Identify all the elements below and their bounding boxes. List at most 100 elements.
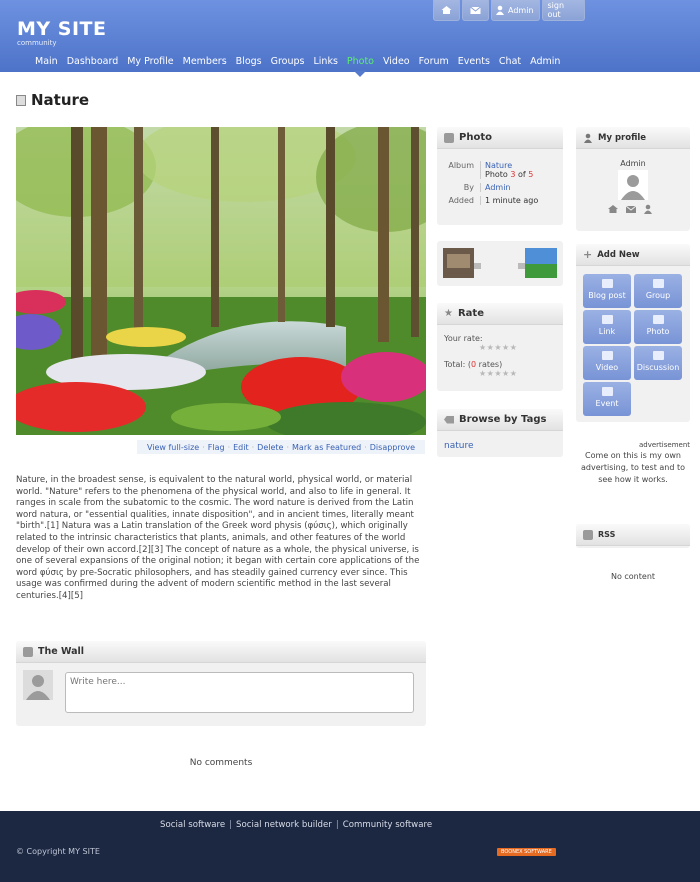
added-value: 1 minute ago	[480, 196, 538, 205]
next-photo-thumb[interactable]	[518, 248, 557, 278]
photo-description: Nature, in the broadest sense, is equiva…	[16, 475, 420, 601]
site-header: MY SITE community Admin sign out Main Da…	[0, 0, 700, 77]
tag-nature[interactable]: nature	[444, 441, 474, 451]
by-label: By	[463, 183, 474, 192]
page-title: Nature	[31, 91, 90, 109]
link-icon	[601, 315, 613, 324]
nature-photo-image	[16, 127, 426, 435]
photo-icon	[652, 315, 664, 324]
footer-link-social-network-builder[interactable]: Social network builder	[236, 820, 332, 830]
user-icon	[496, 5, 504, 15]
profile-name[interactable]: Admin	[576, 159, 690, 168]
advertisement-text[interactable]: Come on this is my own advertising, to t…	[576, 450, 690, 486]
photo-info-title: Photo	[459, 132, 492, 143]
add-blog-post-button[interactable]: Blog post	[583, 274, 631, 308]
added-label: Added	[448, 196, 475, 205]
tags-title: Browse by Tags	[459, 414, 547, 425]
active-nav-indicator	[354, 71, 367, 77]
add-photo-button[interactable]: Photo	[634, 310, 682, 344]
main-photo[interactable]	[16, 127, 426, 435]
boonex-badge[interactable]: BOONEX SOFTWARE	[497, 848, 556, 856]
nav-admin[interactable]: Admin	[530, 56, 560, 67]
photo-actions-bar: View full-size · Flag · Edit · Delete · Mark…	[137, 440, 425, 454]
disapprove-link[interactable]: Disapprove	[370, 443, 415, 452]
nav-members[interactable]: Members	[183, 56, 227, 67]
advertisement-block: advertisement Come on this is my own adv…	[576, 441, 690, 486]
nav-forum[interactable]: Forum	[419, 56, 449, 67]
photo-page-icon	[16, 94, 26, 106]
nav-photo-label: Photo	[346, 56, 374, 67]
discussion-icon	[652, 351, 664, 360]
delete-link[interactable]: Delete	[257, 443, 283, 452]
add-link-button[interactable]: Link	[583, 310, 631, 344]
user-icon	[584, 133, 592, 143]
home-icon	[441, 6, 452, 14]
footer-link-social-software[interactable]: Social software	[160, 820, 225, 830]
album-label: Album	[448, 161, 474, 170]
nav-photo[interactable]: Photo	[346, 56, 374, 77]
author-link[interactable]: Admin	[480, 183, 511, 192]
wall-post-input[interactable]	[65, 672, 414, 713]
nav-my-profile[interactable]: My Profile	[127, 56, 173, 67]
profile-header: My profile	[576, 127, 690, 149]
of-word: of	[518, 170, 526, 179]
nav-links[interactable]: Links	[313, 56, 337, 67]
add-photo-label: Photo	[646, 327, 670, 336]
edit-link[interactable]: Edit	[233, 443, 249, 452]
home-button[interactable]	[433, 0, 460, 21]
tag-icon	[444, 415, 454, 424]
user-icon[interactable]	[643, 204, 653, 214]
nav-chat[interactable]: Chat	[499, 56, 521, 67]
add-video-label: Video	[595, 363, 619, 372]
rss-panel: RSS	[576, 524, 690, 548]
avatar	[23, 670, 53, 700]
add-link-label: Link	[598, 327, 616, 336]
mail-button[interactable]	[462, 0, 489, 21]
photo-total: 5	[528, 170, 534, 179]
signout-button[interactable]: sign out	[541, 0, 585, 21]
add-event-label: Event	[595, 399, 619, 408]
photo-info-panel: Photo Album Nature Photo 3 of 5 By Admin…	[437, 127, 563, 225]
add-video-button[interactable]: Video	[583, 346, 631, 380]
site-subtitle: community	[17, 39, 57, 47]
comment-icon	[23, 646, 33, 657]
add-event-button[interactable]: Event	[583, 382, 631, 416]
nav-events[interactable]: Events	[458, 56, 490, 67]
video-icon	[601, 351, 613, 360]
group-icon	[652, 279, 664, 288]
site-footer: Social software | Social network builder |…	[0, 811, 700, 882]
add-new-panel: + Add New Blog post Group Link Photo Vid…	[576, 244, 690, 422]
plus-icon: +	[583, 248, 593, 261]
site-logo-title[interactable]: MY SITE	[17, 18, 106, 40]
rate-header: ★ Rate	[437, 303, 563, 325]
nav-main[interactable]: Main	[35, 56, 58, 67]
event-icon	[601, 387, 613, 396]
home-icon[interactable]	[607, 204, 619, 214]
add-group-button[interactable]: Group	[634, 274, 682, 308]
star-icon: ★	[444, 308, 453, 319]
nav-groups[interactable]: Groups	[271, 56, 305, 67]
nav-blogs[interactable]: Blogs	[236, 56, 262, 67]
mark-featured-link[interactable]: Mark as Featured	[292, 443, 361, 452]
nav-dashboard[interactable]: Dashboard	[67, 56, 119, 67]
view-full-size-link[interactable]: View full-size	[147, 443, 199, 452]
rss-icon	[583, 529, 593, 540]
nav-video[interactable]: Video	[383, 56, 410, 67]
profile-avatar[interactable]	[618, 170, 648, 200]
photo-index: 3	[510, 170, 516, 179]
previous-photo-thumb[interactable]	[443, 248, 481, 278]
add-discussion-button[interactable]: Discussion	[634, 346, 682, 380]
flag-link[interactable]: Flag	[208, 443, 225, 452]
profile-actions	[607, 204, 653, 214]
rate-panel: ★ Rate Your rate: ★★★★★ Total: (0 rates)…	[437, 303, 563, 391]
by-row: By Admin	[437, 183, 563, 192]
photo-info-header: Photo	[437, 127, 563, 149]
wall-title: The Wall	[38, 646, 85, 657]
admin-button[interactable]: Admin	[491, 0, 540, 21]
mail-icon[interactable]	[625, 204, 637, 214]
your-rate-stars[interactable]: ★★★★★	[479, 343, 517, 352]
photo-icon	[444, 132, 454, 143]
wall-header: The Wall	[16, 641, 426, 663]
footer-link-community-software[interactable]: Community software	[343, 820, 432, 830]
album-link[interactable]: Nature	[485, 161, 512, 170]
